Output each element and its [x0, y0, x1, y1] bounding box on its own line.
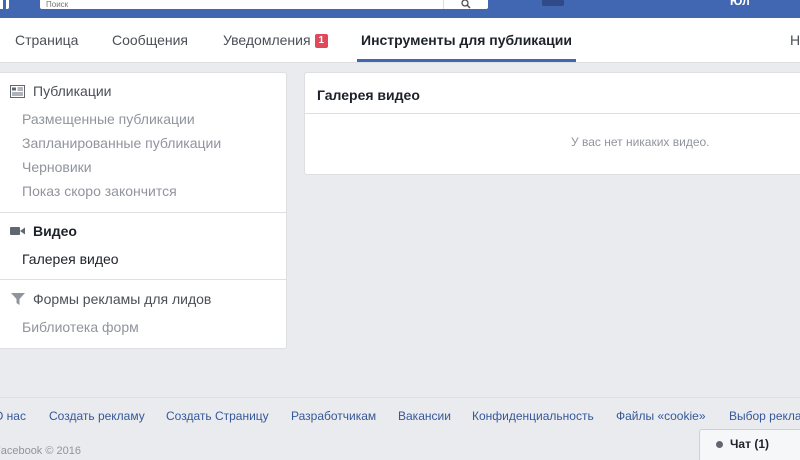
footer: О нас Создать рекламу Создать Страницу Р…: [0, 397, 800, 457]
sidebar-item-drafts[interactable]: Черновики: [22, 159, 92, 175]
search-box: [40, 0, 488, 9]
tab-publishing-tools[interactable]: Инструменты для публикации: [357, 18, 576, 62]
video-camera-icon: [10, 224, 25, 239]
notifications-count-badge: 1: [314, 34, 329, 48]
publishing-tools-sidebar: Публикации Размещенные публикации Заплан…: [0, 72, 287, 349]
sidebar-section-publications[interactable]: Публикации: [10, 81, 111, 101]
search-input[interactable]: [40, 0, 452, 9]
copyright: Facebook © 2016: [0, 445, 81, 457]
footer-link-about[interactable]: О нас: [0, 409, 26, 423]
sidebar-item-forms-library[interactable]: Библиотека форм: [22, 319, 139, 335]
top-navigation-bar: Юл: [0, 0, 800, 18]
sidebar-section-label: Публикации: [33, 83, 112, 99]
tab-more[interactable]: Н: [790, 18, 800, 62]
search-icon: [461, 0, 471, 9]
tab-messages[interactable]: Сообщения: [112, 18, 188, 62]
footer-link-developers[interactable]: Разработчикам: [291, 409, 376, 423]
footer-link-create-ad[interactable]: Создать рекламу: [49, 409, 145, 423]
video-gallery-panel: Галерея видео У вас нет никаких видео.: [304, 72, 800, 175]
footer-link-cookies[interactable]: Файлы «cookie»: [616, 409, 706, 423]
sidebar-item-published-posts[interactable]: Размещенные публикации: [22, 111, 195, 127]
sidebar-section-video[interactable]: Видео: [10, 221, 77, 241]
funnel-icon: [10, 292, 25, 307]
chat-tab[interactable]: Чат (1): [699, 429, 800, 460]
panel-divider: [305, 113, 800, 114]
chat-status-dot-icon: [716, 441, 723, 448]
sidebar-item-expiring-posts[interactable]: Показ скоро закончится: [22, 183, 177, 199]
tab-page[interactable]: Страница: [15, 18, 78, 62]
chat-label: Чат (1): [730, 437, 769, 451]
footer-link-privacy[interactable]: Конфиденциальность: [472, 409, 594, 423]
tab-notifications[interactable]: Уведомления 1: [223, 18, 329, 62]
sidebar-item-video-gallery[interactable]: Галерея видео: [22, 251, 119, 267]
user-name[interactable]: Юл: [730, 0, 750, 8]
sidebar-section-label: Формы рекламы для лидов: [33, 291, 212, 307]
sidebar-section-lead-forms[interactable]: Формы рекламы для лидов: [10, 289, 211, 309]
profile-avatar-icon[interactable]: [542, 0, 564, 6]
facebook-logo-icon[interactable]: [0, 0, 9, 9]
footer-link-careers[interactable]: Вакансии: [398, 409, 451, 423]
search-button[interactable]: [443, 0, 488, 9]
tab-notifications-label: Уведомления: [223, 32, 311, 48]
page-navigation: Страница Сообщения Уведомления 1 Инструме…: [0, 18, 800, 63]
sidebar-divider: [0, 212, 286, 213]
page-title: Галерея видео: [317, 87, 420, 103]
empty-state-message: У вас нет никаких видео.: [571, 135, 710, 149]
footer-link-ad-choices[interactable]: Выбор рекламы: [729, 409, 800, 423]
publications-icon: [10, 84, 25, 99]
sidebar-section-label: Видео: [33, 223, 77, 239]
sidebar-divider: [0, 279, 286, 280]
footer-link-create-page[interactable]: Создать Страницу: [166, 409, 269, 423]
sidebar-item-scheduled-posts[interactable]: Запланированные публикации: [22, 135, 221, 151]
